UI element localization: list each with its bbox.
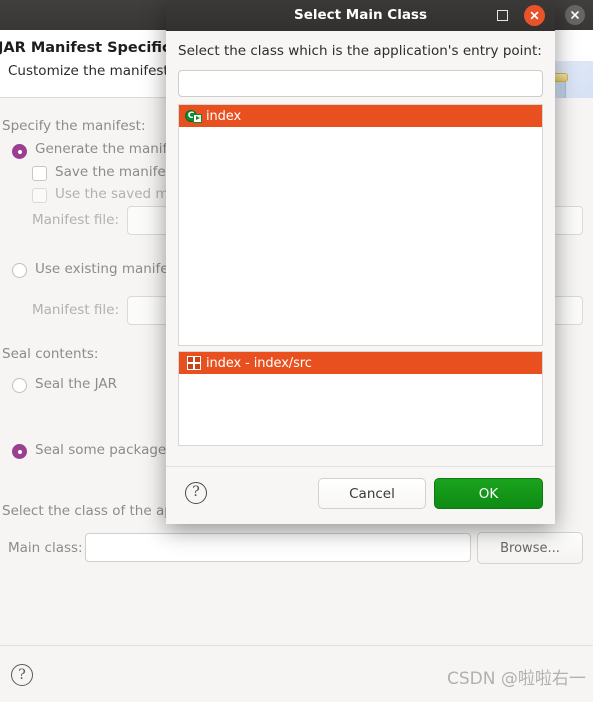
maximize-icon[interactable]: [497, 10, 508, 21]
list-item-label: index: [206, 108, 242, 124]
specify-manifest-label: Specify the manifest:: [2, 118, 146, 134]
close-icon[interactable]: [524, 5, 545, 26]
main-class-input[interactable]: [85, 533, 471, 562]
matching-classes-list[interactable]: C index: [178, 104, 543, 346]
list-item[interactable]: index - index/src: [179, 352, 542, 374]
list-item-label: index - index/src: [206, 355, 312, 371]
help-icon[interactable]: ?: [185, 482, 207, 504]
list-item[interactable]: C index: [179, 105, 542, 127]
qualifier-list[interactable]: index - index/src: [178, 351, 543, 446]
radio-generate-manifest[interactable]: [12, 144, 27, 159]
class-filter-input[interactable]: [178, 70, 543, 97]
seal-contents-label: Seal contents:: [2, 346, 99, 362]
checkbox-save-manifest[interactable]: [32, 166, 47, 181]
main-class-label: Main class:: [8, 540, 83, 556]
package-icon: [187, 356, 201, 370]
radio-seal-some-packages[interactable]: [12, 444, 27, 459]
manifest-file-label-2: Manifest file:: [32, 302, 120, 318]
watermark: CSDN @啦啦右一: [447, 669, 586, 689]
radio-use-existing-manifest[interactable]: [12, 263, 27, 278]
java-class-icon: C: [185, 109, 202, 124]
select-main-class-dialog: Select Main Class Select the class which…: [166, 0, 555, 524]
radio-seal-jar-label: Seal the JAR: [35, 376, 117, 392]
checkbox-use-saved-manifest: [32, 188, 47, 203]
cancel-button[interactable]: Cancel: [318, 478, 426, 509]
manifest-file-label-1: Manifest file:: [32, 212, 120, 228]
help-icon[interactable]: ?: [11, 664, 33, 686]
ok-button[interactable]: OK: [434, 478, 543, 509]
screen: JAR Manifest Specification Customize the…: [0, 0, 593, 702]
radio-seal-some-packages-label: Seal some packages: [35, 442, 174, 458]
radio-seal-jar[interactable]: [12, 378, 27, 393]
browse-button[interactable]: Browse...: [477, 532, 583, 564]
dialog-footer-divider: [166, 466, 555, 467]
parent-close-icon[interactable]: [565, 5, 585, 25]
dialog-prompt: Select the class which is the applicatio…: [178, 43, 542, 59]
page-subtitle: Customize the manifest: [8, 63, 169, 79]
